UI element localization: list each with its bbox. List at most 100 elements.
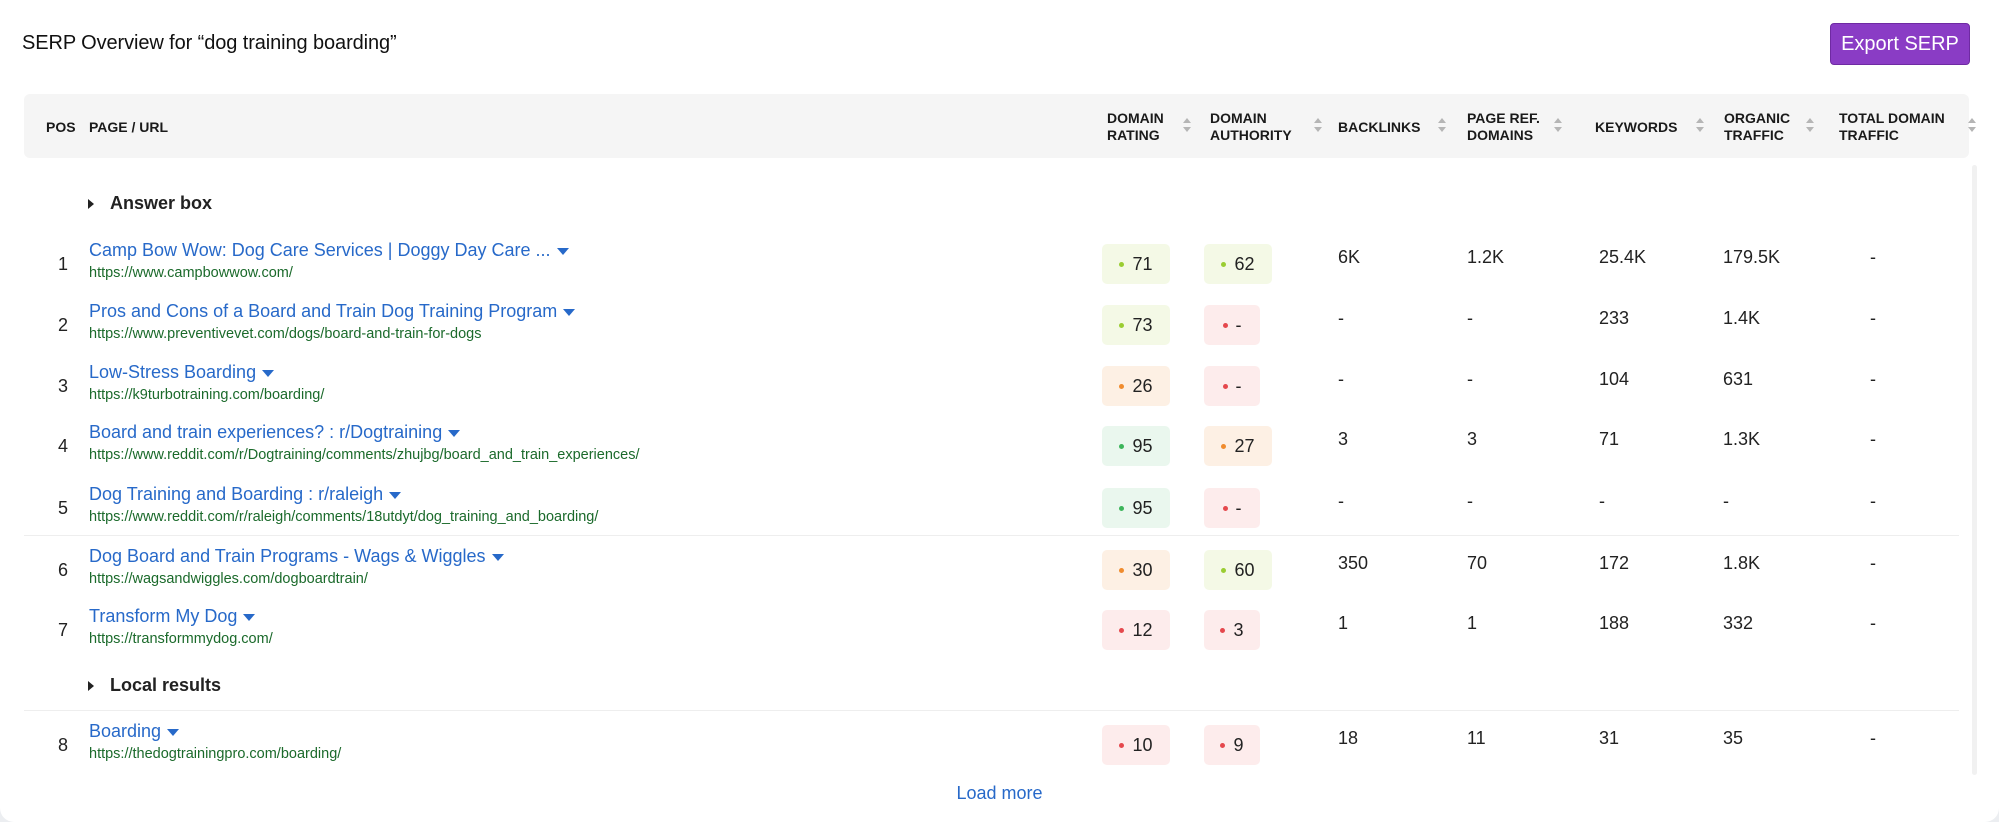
result-url[interactable]: https://www.campbowwow.com/: [89, 265, 293, 281]
result-title-link[interactable]: Camp Bow Wow: Dog Care Services | Doggy …: [89, 240, 569, 261]
score-dot-icon: [1222, 322, 1228, 328]
result-url[interactable]: https://transformmydog.com/: [89, 631, 273, 647]
load-more-link[interactable]: Load more: [0, 783, 1999, 804]
result-title: Dog Training and Boarding : r/raleigh: [89, 484, 384, 504]
backlinks-value: -: [1338, 491, 1344, 511]
backlinks-value: 1: [1338, 613, 1349, 633]
scrollbar[interactable]: [1972, 165, 1977, 775]
chevron-down-icon[interactable]: [243, 614, 256, 621]
domain-rating-value: 73: [1132, 314, 1153, 335]
chevron-down-icon[interactable]: [262, 370, 275, 377]
organic-traffic-value: 1.8K: [1723, 553, 1761, 573]
sort-icon[interactable]: [1314, 118, 1322, 132]
row-position: 2: [57, 315, 68, 335]
table-row: 7 Transform My Dog https://transformmydog.…: [24, 596, 1959, 656]
domain-rating-badge: 30: [1102, 550, 1170, 590]
chevron-down-icon[interactable]: [448, 430, 461, 437]
domain-rating-badge: 95: [1102, 488, 1170, 528]
result-url[interactable]: https://k9turbotraining.com/boarding/: [89, 387, 324, 403]
score-dot-icon: [1119, 627, 1125, 633]
sort-icon[interactable]: [1696, 118, 1704, 132]
row-position: 5: [57, 498, 68, 518]
total-domain-traffic-value: -: [1870, 491, 1876, 511]
chevron-down-icon[interactable]: [389, 492, 402, 499]
result-title-link[interactable]: Dog Board and Train Programs - Wags & Wi…: [89, 546, 504, 567]
domain-authority-badge: 62: [1204, 244, 1272, 284]
col-header-keywords-label: KEYWORDS: [1595, 119, 1678, 135]
col-header-page-ref-domains-line1: PAGE REF.: [1467, 110, 1540, 126]
keywords-value: 31: [1599, 728, 1620, 748]
sort-icon[interactable]: [1968, 118, 1976, 132]
sort-icon[interactable]: [1183, 118, 1191, 132]
table-row: 4 Board and train experiences? : r/Dogtra…: [24, 412, 1959, 472]
sort-icon[interactable]: [1438, 118, 1446, 132]
total-domain-traffic-value: -: [1870, 613, 1876, 633]
organic-traffic-value: 631: [1723, 369, 1754, 389]
domain-rating-badge: 95: [1102, 426, 1170, 466]
domain-authority-value: 62: [1234, 253, 1255, 274]
chevron-down-icon[interactable]: [556, 248, 569, 255]
export-serp-button[interactable]: Export SERP: [1830, 23, 1970, 65]
domain-authority-badge: 60: [1204, 550, 1272, 590]
chevron-down-icon[interactable]: [491, 554, 504, 561]
result-url[interactable]: https://wagsandwiggles.com/dogboardtrain…: [89, 571, 368, 587]
serp-overview-panel: SERP Overview for “dog training boarding…: [0, 0, 1999, 822]
domain-authority-badge: -: [1204, 488, 1260, 528]
domain-authority-value: 9: [1233, 734, 1244, 755]
row-position: 1: [57, 254, 68, 274]
result-title-link[interactable]: Boarding: [89, 721, 180, 742]
answer-box-toggle[interactable]: Answer box: [88, 193, 212, 214]
result-title-link[interactable]: Transform My Dog: [89, 606, 256, 627]
result-title-link[interactable]: Dog Training and Boarding : r/raleigh: [89, 484, 402, 505]
col-header-domain-authority-line2: AUTHORITY: [1210, 127, 1292, 143]
domain-authority-value: -: [1235, 497, 1242, 518]
score-dot-icon: [1221, 443, 1227, 449]
domain-authority-badge: 3: [1204, 610, 1260, 650]
caret-right-icon: [88, 680, 94, 691]
score-dot-icon: [1220, 627, 1226, 633]
page-ref-domains-value: -: [1467, 491, 1473, 511]
domain-authority-value: 27: [1234, 435, 1255, 456]
result-title-link[interactable]: Board and train experiences? : r/Dogtrai…: [89, 422, 461, 443]
table-row: 1 Camp Bow Wow: Dog Care Services | Doggy…: [24, 230, 1959, 290]
score-dot-icon: [1119, 567, 1125, 573]
domain-authority-badge: 9: [1204, 725, 1260, 765]
organic-traffic-value: 1.3K: [1723, 429, 1761, 449]
sort-icon[interactable]: [1554, 118, 1562, 132]
answer-box-label: Answer box: [110, 193, 213, 213]
domain-rating-badge: 26: [1102, 366, 1170, 406]
result-url[interactable]: https://www.preventivevet.com/dogs/board…: [89, 326, 482, 342]
result-title: Pros and Cons of a Board and Train Dog T…: [89, 301, 558, 321]
result-url[interactable]: https://www.reddit.com/r/Dogtraining/com…: [89, 447, 639, 463]
result-title-link[interactable]: Low-Stress Boarding: [89, 362, 275, 383]
result-title: Transform My Dog: [89, 606, 238, 626]
caret-right-icon: [88, 198, 94, 209]
page-ref-domains-value: -: [1467, 369, 1473, 389]
domain-rating-value: 10: [1132, 734, 1153, 755]
total-domain-traffic-value: -: [1870, 369, 1876, 389]
row-position: 4: [57, 436, 68, 456]
col-header-total-domain-traffic-line2: TRAFFIC: [1839, 127, 1899, 143]
chevron-down-icon[interactable]: [563, 309, 576, 316]
table-row: 3 Low-Stress Boarding https://k9turbotrain…: [24, 352, 1959, 412]
backlinks-value: 18: [1338, 728, 1359, 748]
local-results-toggle[interactable]: Local results: [88, 675, 221, 696]
page-ref-domains-value: 70: [1467, 553, 1488, 573]
score-dot-icon: [1119, 383, 1125, 389]
domain-authority-badge: -: [1204, 305, 1260, 345]
col-header-backlinks-label: BACKLINKS: [1338, 119, 1421, 135]
result-url[interactable]: https://thedogtrainingpro.com/boarding/: [89, 746, 341, 762]
organic-traffic-value: 35: [1723, 728, 1744, 748]
chevron-down-icon[interactable]: [167, 729, 180, 736]
keywords-value: 172: [1599, 553, 1630, 573]
backlinks-value: -: [1338, 369, 1344, 389]
total-domain-traffic-value: -: [1870, 728, 1876, 748]
sort-icon[interactable]: [1806, 118, 1814, 132]
local-results-label: Local results: [110, 675, 222, 695]
total-domain-traffic-value: -: [1870, 553, 1876, 573]
result-title-link[interactable]: Pros and Cons of a Board and Train Dog T…: [89, 301, 576, 322]
page-ref-domains-value: 11: [1467, 728, 1486, 748]
domain-authority-value: 60: [1234, 559, 1255, 580]
result-url[interactable]: https://www.reddit.com/r/raleigh/comment…: [89, 509, 598, 525]
score-dot-icon: [1119, 261, 1125, 267]
